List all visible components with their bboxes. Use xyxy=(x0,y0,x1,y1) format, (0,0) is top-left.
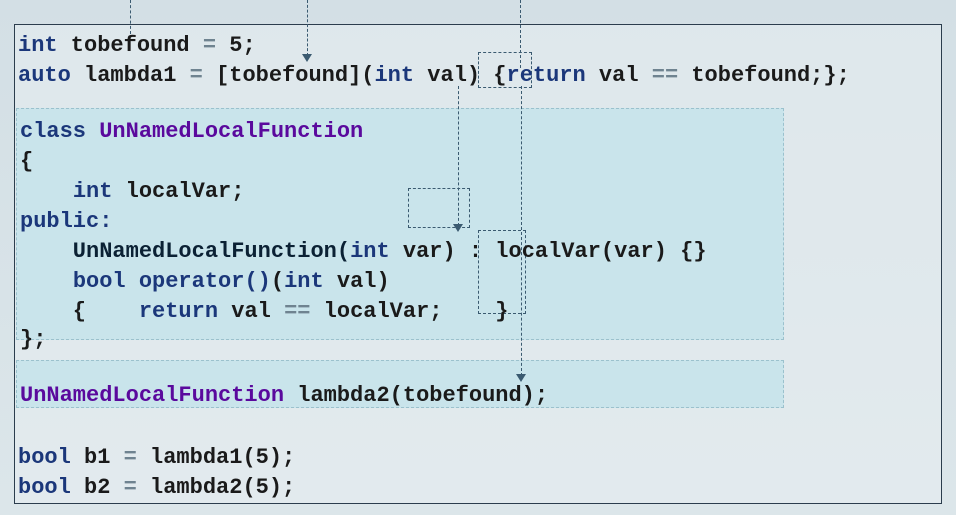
code-line-13: bool b2 = lambda2(5); xyxy=(18,474,295,502)
class-name: UnNamedLocalFunction xyxy=(99,119,363,144)
ident-b1: b1 xyxy=(71,445,124,470)
code-line-8: bool operator()(int val) xyxy=(20,268,390,296)
brace-open2: { xyxy=(20,149,33,174)
capture: [tobefound]( xyxy=(203,63,375,88)
kw-int: int xyxy=(18,33,58,58)
kw-int2: int xyxy=(374,63,414,88)
eqeq: == xyxy=(652,63,678,88)
txt-val: val) xyxy=(414,63,480,88)
code-line-7: UnNamedLocalFunction(int var) : localVar… xyxy=(20,238,707,266)
callout-line-1 xyxy=(130,0,131,34)
code-line-10: }; xyxy=(20,326,46,354)
equals: = xyxy=(203,33,216,58)
ctor-var: var) xyxy=(390,239,456,264)
ident-lambda1: lambda1 xyxy=(71,63,190,88)
call-lambda1: lambda1(5); xyxy=(137,445,295,470)
literal-5: 5; xyxy=(216,33,256,58)
brace-close: }; xyxy=(20,327,46,352)
val9: val xyxy=(218,299,284,324)
kw-int5: int xyxy=(284,269,324,294)
kw-bool2: bool xyxy=(18,445,71,470)
ident-localvar: localVar; xyxy=(112,179,244,204)
paren8: ( xyxy=(271,269,284,294)
code-line-11: UnNamedLocalFunction lambda2(tobefound); xyxy=(20,382,548,410)
txt-tobefound2: tobefound;}; xyxy=(678,63,850,88)
kw-class: class xyxy=(20,119,99,144)
eqeq2: == xyxy=(284,299,310,324)
kw-bool3: bool xyxy=(18,475,71,500)
kw-operator: operator() xyxy=(139,269,271,294)
ident-tobefound: tobefound xyxy=(58,33,203,58)
code-line-2: auto lambda1 = [tobefound](int val) {ret… xyxy=(18,62,850,90)
eq12: = xyxy=(124,445,137,470)
txt-val2: val xyxy=(586,63,652,88)
arrow-5 xyxy=(516,374,526,382)
brace-open: { xyxy=(480,63,506,88)
code-line-12: bool b1 = lambda1(5); xyxy=(18,444,295,472)
indent9: { xyxy=(20,299,139,324)
callout-line-2 xyxy=(307,0,308,56)
code-line-3: class UnNamedLocalFunction xyxy=(20,118,363,146)
slide: { "code": { "l1_a": "int", "l1_b": " tob… xyxy=(0,0,956,515)
kw-return2: return xyxy=(139,299,218,324)
ctor-init: : localVar(var) {} xyxy=(456,239,707,264)
dashed-box-var xyxy=(408,188,470,228)
kw-auto: auto xyxy=(18,63,71,88)
kw-int3: int xyxy=(73,179,113,204)
code-line-1: int tobefound = 5; xyxy=(18,32,256,60)
code-line-9: { return val == localVar; } xyxy=(20,298,509,326)
indent8 xyxy=(20,269,73,294)
call-lambda2: lambda2(5); xyxy=(137,475,295,500)
code-line-6: public: xyxy=(20,208,112,236)
equals2: = xyxy=(190,63,203,88)
arrow-2 xyxy=(302,54,312,62)
code-line-5: int localVar; xyxy=(20,178,244,206)
sp8 xyxy=(126,269,139,294)
ident-b2: b2 xyxy=(71,475,124,500)
class-name2: UnNamedLocalFunction xyxy=(20,383,284,408)
eq13: = xyxy=(124,475,137,500)
kw-int4: int xyxy=(350,239,390,264)
kw-bool: bool xyxy=(73,269,126,294)
val8: val) xyxy=(324,269,390,294)
indent5 xyxy=(20,179,73,204)
ctor-name: UnNamedLocalFunction( xyxy=(20,239,350,264)
code-line-4: { xyxy=(20,148,33,176)
localvar9: localVar; } xyxy=(310,299,508,324)
lambda2-decl: lambda2(tobefound); xyxy=(284,383,548,408)
kw-return: return xyxy=(507,63,586,88)
kw-public: public: xyxy=(20,209,112,234)
